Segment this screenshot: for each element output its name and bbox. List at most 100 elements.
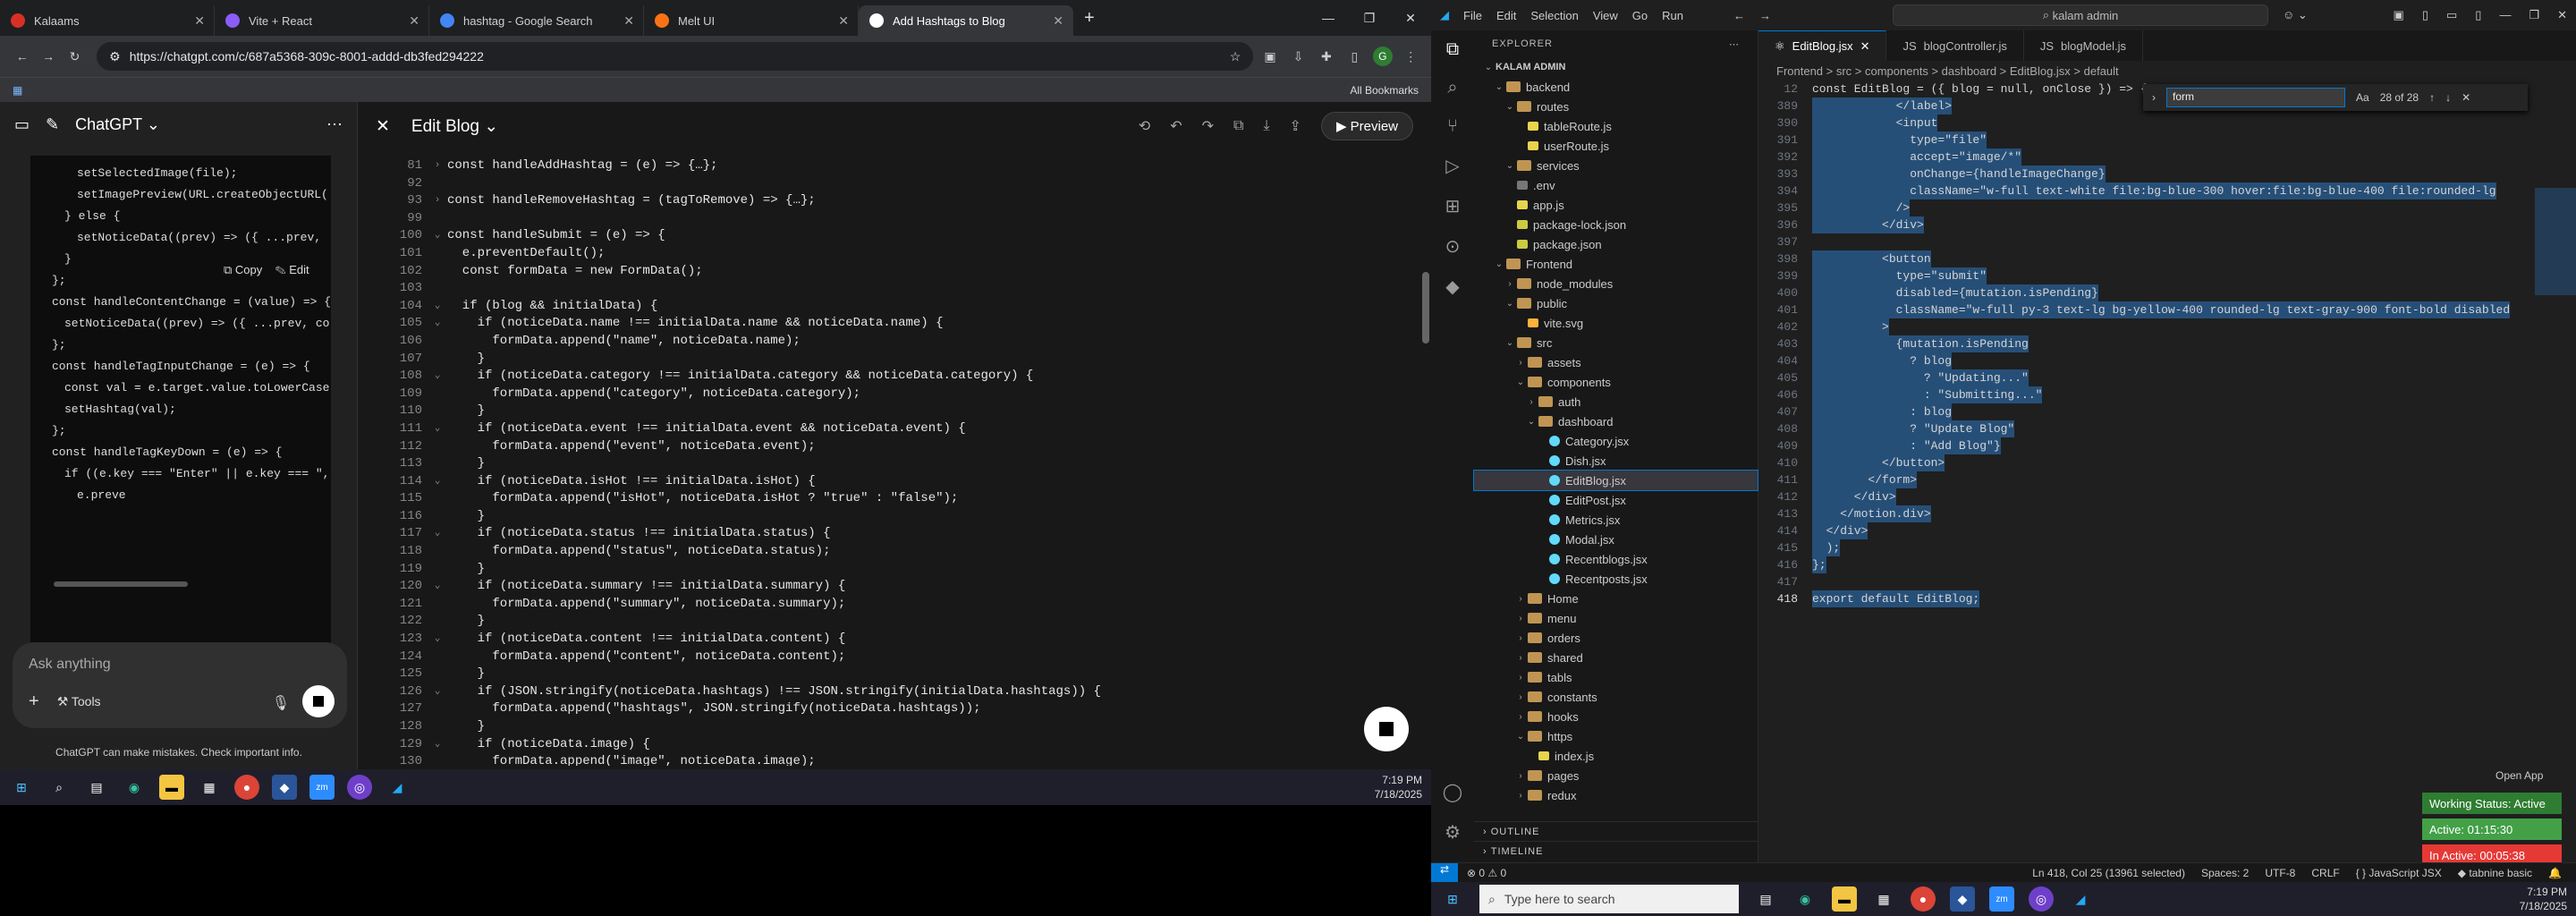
file-item[interactable]: .env [1474,175,1758,195]
fold-chevron-icon[interactable]: ⌄ [428,683,447,701]
edge-icon[interactable]: ◉ [1792,886,1818,912]
vscode-icon[interactable]: ◢ [2068,886,2093,912]
folder-item[interactable]: ⌄ backend [1474,77,1758,97]
folder-item[interactable]: › Home [1474,589,1758,608]
file-item[interactable]: Modal.jsx [1474,530,1758,549]
canvas-title[interactable]: Edit Blog ⌄ [411,116,498,137]
tab-close-icon[interactable]: ✕ [194,13,205,29]
app-icon[interactable]: ◆ [1950,886,1975,912]
menu-item[interactable]: Run [1662,9,1683,22]
edit-button[interactable]: ✎ Edit [275,263,309,276]
fold-chevron-icon[interactable]: ⌄ [428,227,447,245]
folder-item[interactable]: ⌄ https [1474,726,1758,746]
download-icon[interactable]: ⤓ [1263,118,1269,134]
windows-start-icon[interactable]: ⊞ [1440,886,1465,912]
maximize-icon[interactable]: ❐ [2529,8,2539,22]
file-item[interactable]: EditBlog.jsx [1473,470,1758,491]
profile-avatar[interactable]: G [1371,47,1394,66]
minimize-icon[interactable]: — [2499,8,2511,22]
redo-icon[interactable]: ↷ [1202,117,1214,135]
notifications-icon[interactable]: 🔔 [2548,867,2562,879]
match-case-icon[interactable]: Aa [2356,91,2369,104]
more-actions-icon[interactable]: ⋯ [1729,38,1740,50]
folder-item[interactable]: › node_modules [1474,274,1758,293]
file-item[interactable]: app.js [1474,195,1758,215]
copy-button[interactable]: ⧉ Copy [224,263,262,276]
tabnine-icon[interactable]: ◆ [1445,276,1459,298]
plus-icon[interactable]: + [29,691,39,712]
folder-item[interactable]: ⌄ services [1474,156,1758,175]
code-editor[interactable]: 12 const EditBlog = ({ blog = null, onClo… [1758,81,2528,859]
chat-composer[interactable]: Ask anything + ⚒ Tools 🎙 [13,642,347,728]
stop-generating-button[interactable] [302,685,335,717]
file-item[interactable]: Metrics.jsx [1474,510,1758,530]
folder-item[interactable]: › hooks [1474,707,1758,726]
file-explorer-icon[interactable]: ▬ [1832,886,1857,912]
file-item[interactable]: tableRoute.js [1474,116,1758,136]
puzzle-icon[interactable]: ✚ [1315,49,1337,64]
task-view-icon[interactable]: ▤ [84,775,109,800]
folder-item[interactable]: › menu [1474,608,1758,628]
explorer-icon[interactable]: ⧉ [1446,39,1459,60]
fold-chevron-icon[interactable]: ⌄ [428,298,447,316]
folder-item[interactable]: ⌄ dashboard [1474,411,1758,431]
folder-item[interactable]: › constants [1474,687,1758,707]
fold-chevron-icon[interactable]: ⌄ [428,473,447,491]
maximize-icon[interactable]: ❐ [1349,11,1390,26]
folder-item[interactable]: ⌄ KALAM ADMIN [1474,57,1758,77]
fold-chevron-icon[interactable]: ⌄ [428,315,447,333]
settings-gear-icon[interactable]: ⚙ [1445,821,1461,844]
file-item[interactable]: Recentposts.jsx [1474,569,1758,589]
menu-item[interactable]: Go [1632,9,1648,22]
find-close-icon[interactable]: ✕ [2462,91,2470,104]
tabnine-status[interactable]: ◆ tabnine basic [2458,867,2532,879]
next-match-icon[interactable]: ↓ [2445,91,2451,104]
fold-chevron-icon[interactable]: ⌄ [428,368,447,386]
tab-close-icon[interactable]: ✕ [409,13,419,29]
browser-tab[interactable]: Kalaams ✕ [0,5,215,36]
search-icon[interactable]: ⌕ [47,775,72,800]
menu-kebab-icon[interactable]: ⋮ [1400,49,1422,64]
file-item[interactable]: package.json [1474,234,1758,254]
line-ending[interactable]: CRLF [2311,867,2339,879]
folder-item[interactable]: › shared [1474,648,1758,667]
folder-item[interactable]: › orders [1474,628,1758,648]
minimap-slider[interactable] [2535,188,2576,295]
cursor-position[interactable]: Ln 418, Col 25 (13961 selected) [2032,867,2185,879]
chat-input[interactable]: Ask anything [29,657,111,672]
download-icon[interactable]: ⇩ [1287,49,1309,64]
menu-item[interactable]: File [1463,9,1482,22]
folder-item[interactable]: ⌄ routes [1474,97,1758,116]
edge-icon[interactable]: ◉ [122,775,147,800]
folder-item[interactable]: ⌄ public [1474,293,1758,313]
panel-left-icon[interactable]: ▯ [2422,8,2428,22]
editor-tab[interactable]: JS blogModel.js [2024,30,2144,61]
model-selector[interactable]: ChatGPT ⌄ [75,115,160,134]
source-control-icon[interactable]: ⑂ [1447,116,1458,137]
nav-back-icon[interactable]: ← [1733,9,1745,22]
language-mode[interactable]: { } JavaScript JSX [2356,867,2442,879]
folder-item[interactable]: › assets [1474,352,1758,372]
undo-icon[interactable]: ↶ [1170,117,1182,135]
back-icon[interactable]: ← [9,49,35,64]
fold-chevron-icon[interactable]: ⌄ [428,525,447,543]
canvas-scrollbar[interactable] [1422,272,1429,344]
history-icon[interactable]: ⟲ [1139,117,1150,135]
preview-button[interactable]: ▶ Preview [1320,112,1413,140]
browser-tab[interactable]: Vite + React ✕ [215,5,429,36]
folder-item[interactable]: ⌄ components [1474,372,1758,392]
find-input[interactable]: form [2166,88,2345,107]
minimize-icon[interactable]: — [1308,11,1349,25]
folder-item[interactable]: › tabls [1474,667,1758,687]
encoding[interactable]: UTF-8 [2265,867,2295,879]
windows-start-icon[interactable]: ⊞ [9,775,34,800]
file-item[interactable]: vite.svg [1474,313,1758,333]
canvas-code[interactable]: 81 › const handleAddHashtag = (e) => {…}; 9… [376,157,1404,766]
all-bookmarks-button[interactable]: All Bookmarks [1350,84,1419,97]
github-icon[interactable]: ◎ [2029,886,2054,912]
layout-icon[interactable]: ▣ [2394,8,2404,22]
nav-forward-icon[interactable]: → [1759,9,1771,22]
forward-icon[interactable]: → [35,49,61,64]
close-canvas-icon[interactable]: ✕ [376,116,390,137]
github-icon[interactable]: ◎ [347,775,372,800]
